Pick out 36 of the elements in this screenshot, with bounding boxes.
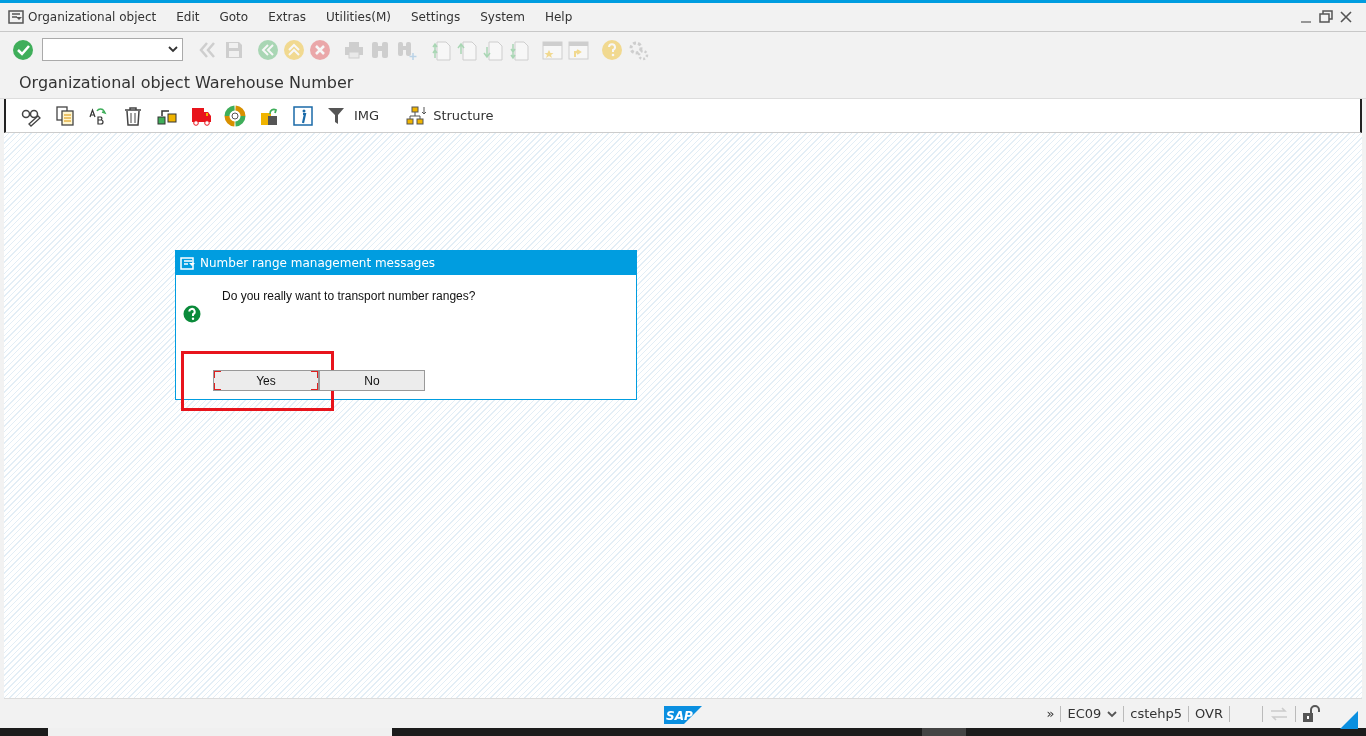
command-field[interactable] xyxy=(42,38,183,61)
close-icon[interactable] xyxy=(1339,10,1353,24)
menu-item[interactable]: Organizational object xyxy=(24,8,167,26)
restore-icon[interactable] xyxy=(1319,10,1333,24)
padlock-icon xyxy=(1302,705,1320,723)
caret-icon[interactable] xyxy=(1107,710,1118,718)
sap-logo: SAP xyxy=(664,705,702,724)
screen-title: Organizational object Warehouse Number xyxy=(19,71,354,94)
dialog-title: Number range management messages xyxy=(200,255,436,272)
menu-icon[interactable] xyxy=(180,256,196,270)
menu-item[interactable]: Settings xyxy=(400,8,471,26)
input-mode: OVR xyxy=(1195,705,1223,724)
caret-icon[interactable] xyxy=(168,46,178,53)
transfer-arrows-icon xyxy=(1269,706,1289,722)
copy-icon[interactable] xyxy=(54,104,76,127)
dialog-button[interactable]: Yes xyxy=(213,370,319,391)
check-icon[interactable] xyxy=(12,38,34,61)
menu-item[interactable]: Help xyxy=(534,8,583,26)
expand-toggle[interactable]: » xyxy=(1046,704,1055,724)
toolbar-button[interactable]: Structure xyxy=(403,104,496,127)
info-icon[interactable] xyxy=(292,104,314,127)
hierarchy-icon xyxy=(405,104,428,127)
menu-item[interactable]: Utilities(M) xyxy=(316,8,401,26)
trash-icon[interactable] xyxy=(122,104,144,127)
menu-item[interactable]: Goto xyxy=(209,8,259,26)
menu-item[interactable]: System xyxy=(470,8,535,26)
question-icon xyxy=(183,304,201,323)
dialog-button[interactable]: No xyxy=(319,370,425,391)
dialog-message: Do you really want to transport number ranges? xyxy=(222,288,476,305)
system-name: EC09 xyxy=(1067,705,1102,724)
menu-item[interactable]: Edit xyxy=(166,8,210,26)
toolbar-button[interactable]: IMG xyxy=(324,104,382,127)
menu-item[interactable]: Extras xyxy=(258,8,317,26)
server-name: cstehp5 xyxy=(1130,705,1183,724)
menu-icon[interactable] xyxy=(8,10,24,24)
ring-icon[interactable] xyxy=(224,104,246,127)
